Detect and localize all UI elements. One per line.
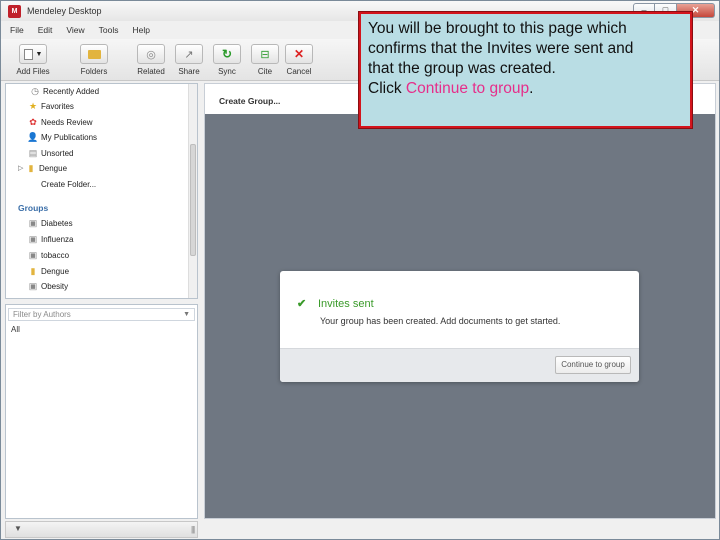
window-title: Mendeley Desktop [27, 6, 102, 16]
chevron-down-icon: ▼ [183, 311, 190, 318]
sidebar-item-label: My Publications [41, 132, 98, 142]
checkmark-icon: ✔ [297, 298, 307, 310]
sidebar-item-label: Dengue [39, 163, 68, 173]
groups-heading: Groups [18, 203, 49, 213]
sidebar-item-label: Favorites [41, 101, 74, 111]
menu-file[interactable]: File [10, 25, 24, 35]
menu-view[interactable]: View [66, 25, 84, 35]
dialog-footer: Continue to group [280, 348, 639, 382]
filter-panel: Filter by Authors ▼ All [5, 304, 198, 519]
folders-button[interactable]: Folders [72, 43, 116, 79]
cancel-label: Cancel [286, 67, 312, 76]
add-files-label: Add Files [16, 67, 50, 76]
sidebar-item-create-folder[interactable]: Create Folder... [41, 177, 96, 191]
sidebar-item-label: Unsorted [41, 148, 74, 158]
sidebar-item-label: Dengue [41, 266, 70, 276]
sidebar-item-my-publications[interactable]: 👤 My Publications [27, 130, 98, 144]
sync-icon: ↻ [213, 44, 241, 64]
library-sidebar: ◷ Recently Added ★ Favorites ✿ Needs Rev… [5, 83, 198, 299]
cite-icon: ⊟ [251, 44, 279, 64]
filter-all-item[interactable]: All [11, 325, 20, 334]
sidebar-item-label: Influenza [41, 234, 74, 244]
sidebar-item-dengue-folder[interactable]: ▷ ▮ Dengue [18, 161, 67, 175]
group-icon: ▣ [28, 233, 38, 244]
filter-select[interactable]: Filter by Authors ▼ [8, 308, 195, 321]
resize-grip-icon[interactable]: ||| [191, 525, 195, 534]
menu-tools[interactable]: Tools [99, 25, 119, 35]
expand-arrow-icon[interactable]: ▷ [18, 164, 26, 172]
callout-line: You will be brought to this page which [368, 20, 627, 37]
folders-label: Folders [80, 67, 108, 76]
callout-line: confirms that the Invites were sent and [368, 40, 634, 57]
callout-line: Click Continue to group. [368, 79, 683, 99]
document-icon: ▤ [28, 147, 38, 158]
related-icon: ◎ [137, 44, 165, 64]
group-folder-icon: ▮ [30, 265, 36, 276]
menu-help[interactable]: Help [132, 25, 149, 35]
main-content: Create Group... ✔ Invites sent Your grou… [204, 83, 716, 519]
share-icon: ↗ [175, 44, 203, 64]
add-files-button[interactable]: ▼ Add Files [11, 43, 55, 79]
callout-text: . [529, 80, 534, 97]
dialog-message: Your group has been created. Add documen… [320, 316, 561, 326]
folder-icon: ▮ [28, 162, 34, 173]
sidebar-scrollbar[interactable] [188, 84, 197, 298]
sidebar-scrollbar-thumb[interactable] [190, 144, 196, 256]
invites-sent-dialog: ✔ Invites sent Your group has been creat… [280, 271, 639, 382]
sidebar-item-needs-review[interactable]: ✿ Needs Review [28, 115, 93, 129]
folder-icon [80, 44, 108, 64]
sidebar-bottom-bar: ▼ ||| [5, 521, 198, 538]
add-files-icon: ▼ [19, 44, 47, 64]
tutorial-callout: You will be brought to this page which c… [359, 12, 692, 128]
sidebar-item-unsorted[interactable]: ▤ Unsorted [28, 146, 74, 160]
group-icon: ▣ [28, 280, 38, 291]
sidebar-item-label: Diabetes [41, 218, 73, 228]
callout-line: that the group was created. [368, 60, 556, 77]
cancel-icon: ✕ [285, 44, 313, 64]
filter-select-value: Filter by Authors [13, 310, 71, 319]
callout-highlight: Continue to group [405, 80, 530, 97]
sidebar-item-group-dengue[interactable]: ▮ Dengue [28, 264, 70, 278]
page-title: Create Group... [219, 96, 281, 106]
filter-funnel-icon[interactable]: ▼ [9, 524, 27, 535]
menu-edit[interactable]: Edit [38, 25, 53, 35]
sidebar-item-group-diabetes[interactable]: ▣ Diabetes [28, 216, 73, 230]
group-icon: ▣ [28, 249, 38, 260]
sidebar-item-label: Create Folder... [41, 179, 97, 189]
continue-to-group-button[interactable]: Continue to group [555, 356, 631, 374]
sidebar-item-label: Recently Added [43, 86, 100, 96]
sidebar-item-label: Obesity [41, 281, 69, 291]
cancel-button[interactable]: ✕ Cancel [277, 43, 321, 79]
group-icon: ▣ [28, 217, 38, 228]
sidebar-item-recently-added[interactable]: ◷ Recently Added [30, 84, 99, 98]
sidebar-item-group-obesity[interactable]: ▣ Obesity [28, 279, 68, 293]
clock-icon: ◷ [31, 85, 39, 96]
star-icon: ★ [28, 100, 38, 111]
main-body: ✔ Invites sent Your group has been creat… [205, 114, 715, 518]
sidebar-item-label: Needs Review [41, 117, 93, 127]
dialog-heading: Invites sent [318, 298, 374, 310]
callout-text: Click [368, 80, 406, 97]
sidebar-item-favorites[interactable]: ★ Favorites [28, 99, 74, 113]
sidebar-item-group-influenza[interactable]: ▣ Influenza [28, 232, 74, 246]
review-icon: ✿ [29, 116, 37, 127]
sidebar-item-label: tobacco [41, 250, 70, 260]
person-icon: 👤 [27, 131, 39, 142]
sidebar-item-group-tobacco[interactable]: ▣ tobacco [28, 248, 69, 262]
mendeley-logo-icon: M [8, 4, 21, 18]
